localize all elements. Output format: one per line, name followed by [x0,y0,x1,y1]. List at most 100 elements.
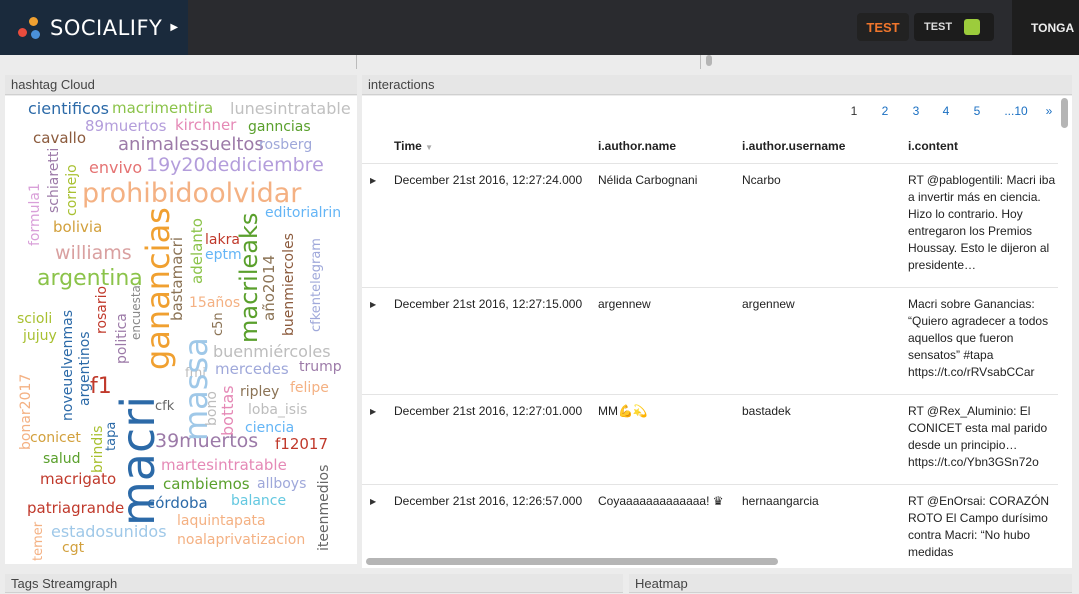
cloud-word[interactable]: 19y20dediciembre [146,156,324,175]
cloud-word[interactable]: bolivia [53,220,102,235]
cloud-word[interactable]: schiaretti [46,148,62,213]
cloud-word[interactable]: noveuelvenmas [60,310,76,421]
cloud-word[interactable]: prohibidoolvidar [82,180,301,207]
expand-arrow-icon[interactable]: ▶ [370,176,376,185]
cloud-word[interactable]: argentinos [77,331,93,406]
cloud-word[interactable]: buenmiércoles [213,344,331,360]
cloud-word[interactable]: cgt [62,541,84,555]
cloud-word[interactable]: iteenmedios [316,465,332,551]
cloud-word[interactable]: conicet [30,431,81,445]
cloud-word[interactable]: tapa [104,422,119,451]
cloud-word[interactable]: cfkentelegram [309,238,324,332]
horizontal-scrollbar[interactable] [362,556,1058,568]
cloud-word[interactable]: macri [111,396,165,526]
cloud-word[interactable]: kirchner [175,118,236,133]
cloud-word[interactable]: macrimentira [112,101,213,116]
scrollbar-thumb[interactable] [706,55,712,66]
cloud-word[interactable]: bono [204,391,220,426]
cloud-word[interactable]: rosario [94,286,110,334]
cloud-word[interactable]: formula1 [27,183,43,246]
cell-author-name: MM💪💫 [598,404,648,418]
cloud-word[interactable]: 89muertos [85,119,166,134]
cloud-word[interactable]: f12017 [275,437,328,452]
cloud-word[interactable]: adelanto [188,218,206,284]
page-5[interactable]: 5 [963,98,991,124]
cloud-word[interactable]: cientificos [28,101,109,117]
user-menu[interactable]: TONGA [1012,0,1079,55]
brand-menu[interactable]: SOCIALIFY ▶ [0,0,188,55]
cloud-word[interactable]: jujuy [23,329,57,343]
cloud-word[interactable]: buenmiercoles [281,233,297,336]
cloud-word[interactable]: felipe [290,381,329,395]
cloud-word[interactable]: c5n [211,312,226,336]
cell-author-name: Nélida Carbognani [598,173,698,187]
cloud-word[interactable]: envivo [89,160,142,176]
cloud-word[interactable]: encuesta [129,285,143,340]
cloud-word[interactable]: brindis [90,426,106,473]
expand-arrow-icon[interactable]: ▶ [370,497,376,506]
top-panels-divider [0,55,1079,69]
cloud-word[interactable]: animalessueltos [118,136,264,154]
cell-author-username: Ncarbo [742,173,781,187]
table-row[interactable]: ▶ December 21st 2016, 12:27:24.000 Nélid… [362,163,1058,287]
cloud-word[interactable]: patriagrande [27,501,124,516]
cloud-word[interactable]: laquintapata [177,514,266,528]
top-navbar: SOCIALIFY ▶ TEST TEST TONGA [0,0,1079,55]
cloud-word[interactable]: ripley [240,385,279,399]
cell-author-username: bastadek [742,404,791,418]
cloud-word[interactable]: año2014 [260,255,278,321]
cloud-word[interactable]: argentina [37,268,143,290]
cloud-word[interactable]: ganncias [248,120,311,134]
expand-arrow-icon[interactable]: ▶ [370,407,376,416]
cloud-word[interactable]: bastamacri [168,237,186,321]
page-10[interactable]: ...10 [997,98,1035,124]
cloud-word[interactable]: bottas [218,385,237,436]
cloud-word[interactable]: cambiemos [163,477,250,492]
cloud-word[interactable]: williams [55,244,132,263]
page-3[interactable]: 3 [902,98,930,124]
cloud-word[interactable]: mercedes [215,362,289,377]
cloud-word[interactable]: macrileaks [235,213,263,343]
cloud-word[interactable]: martesintratable [161,458,287,473]
page-1[interactable]: 1 [840,98,868,124]
vertical-scrollbar[interactable] [1060,96,1070,556]
cloud-word[interactable]: salud [43,452,81,466]
cloud-word[interactable]: editorialrin [265,206,341,220]
cloud-word[interactable]: estadosunidos [51,524,167,540]
column-header-author-name[interactable]: i.author.name [598,139,676,153]
cloud-word[interactable]: allboys [257,477,306,491]
column-header-content[interactable]: i.content [908,139,958,153]
expand-arrow-icon[interactable]: ▶ [370,300,376,309]
cloud-word[interactable]: temer [31,522,46,561]
column-header-author-username[interactable]: i.author.username [742,139,845,153]
table-row[interactable]: ▶ December 21st 2016, 12:27:15.000 argen… [362,287,1058,394]
cloud-word[interactable]: bonar2017 [18,374,34,450]
test-toggle-button[interactable]: TEST [914,13,994,41]
cloud-word[interactable]: balance [231,494,286,508]
cloud-word[interactable]: lunesintratable [230,101,351,117]
cloud-word[interactable]: cornejo [64,164,80,216]
cloud-word[interactable]: cavallo [33,131,86,146]
hashtag-cloud: cientificos macrimentira lunesintratable… [5,96,357,564]
page-2[interactable]: 2 [871,98,899,124]
cloud-word[interactable]: politica [114,313,130,364]
table-row[interactable]: ▶ December 21st 2016, 12:26:57.000 Coyaa… [362,484,1058,556]
page-4[interactable]: 4 [932,98,960,124]
cloud-word[interactable]: f1 [90,376,112,398]
cloud-word[interactable]: 15años [189,296,240,310]
cloud-word[interactable]: scioli [17,312,52,326]
cloud-word[interactable]: rosberg [259,138,312,152]
next-page-button[interactable]: » [1040,98,1058,124]
brand-name: SOCIALIFY [50,15,163,40]
streamgraph-header: Tags Streamgraph [5,574,623,593]
cloud-word[interactable]: loba_isis [248,403,307,417]
cell-author-username: hernaangarcia [742,494,819,508]
color-swatch-icon [964,19,981,35]
cloud-word[interactable]: macrigato [40,472,116,487]
heatmap-header: Heatmap [629,574,1072,593]
column-header-time[interactable]: Time ▼ [394,139,433,153]
test-button[interactable]: TEST [857,13,909,41]
cloud-word[interactable]: noalaprivatizacion [177,533,305,547]
cloud-word[interactable]: trump [299,360,342,374]
table-row[interactable]: ▶ December 21st 2016, 12:27:01.000 MM💪💫 … [362,394,1058,484]
